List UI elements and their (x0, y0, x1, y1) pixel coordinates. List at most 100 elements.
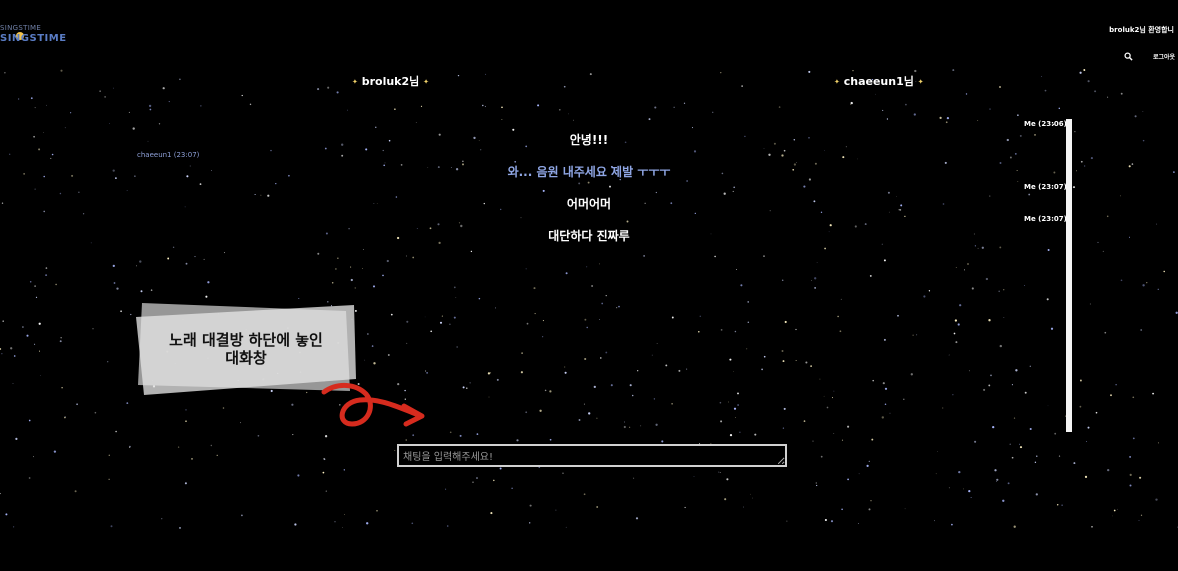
site-logo[interactable]: SINGSTIME SINGSTIME (0, 24, 66, 48)
star (784, 320, 787, 324)
star (132, 127, 135, 130)
star (948, 487, 950, 489)
star (881, 416, 884, 419)
star (1095, 411, 1098, 414)
star (366, 522, 369, 525)
star (868, 460, 870, 463)
star (781, 154, 784, 157)
star (718, 471, 720, 473)
star (735, 417, 737, 418)
star (795, 359, 797, 361)
star (754, 433, 757, 436)
logout-button[interactable]: 로그아웃 (1153, 52, 1175, 61)
star (593, 385, 596, 389)
star (749, 493, 751, 495)
logo-text-bottom: SINGSTIME (0, 33, 67, 44)
star (586, 326, 588, 329)
star (833, 390, 835, 392)
star (1107, 468, 1110, 472)
star (970, 496, 972, 498)
star (1019, 443, 1020, 445)
star (108, 478, 110, 480)
chat-message: 어머어머 (566, 197, 612, 211)
search-icon[interactable] (1124, 52, 1133, 61)
chat-scrollbar[interactable] (1066, 119, 1072, 432)
star (324, 435, 328, 438)
star (741, 85, 743, 87)
star (816, 484, 818, 487)
star (1129, 484, 1132, 487)
chat-input[interactable] (397, 444, 787, 467)
star (1007, 482, 1010, 485)
star (992, 425, 995, 429)
star (1041, 75, 1043, 77)
star (425, 370, 427, 372)
star (17, 98, 20, 100)
star (367, 333, 369, 335)
star (803, 185, 806, 188)
star (953, 332, 956, 335)
star (653, 398, 656, 400)
star (618, 305, 620, 308)
star (373, 362, 376, 365)
star (449, 323, 451, 325)
message-timestamp-right: Me (23:06) (1024, 120, 1067, 128)
star (537, 104, 540, 107)
star (485, 73, 487, 75)
star (656, 343, 658, 344)
star (544, 389, 547, 392)
star (578, 182, 581, 185)
star (831, 397, 834, 399)
star (490, 512, 493, 515)
star (1011, 456, 1014, 459)
star (981, 246, 984, 249)
star (1087, 426, 1090, 429)
star (529, 504, 532, 507)
star (184, 482, 187, 485)
star (904, 508, 906, 510)
star (586, 266, 588, 268)
star (50, 157, 52, 159)
star (126, 402, 129, 405)
star (361, 268, 363, 270)
star (337, 257, 339, 259)
star (406, 320, 409, 323)
star (1061, 504, 1063, 506)
star (386, 259, 389, 263)
star (107, 361, 109, 363)
star (46, 104, 47, 106)
star (449, 431, 452, 434)
star (886, 118, 889, 120)
chat-message: 대단하다 진짜루 (548, 229, 630, 243)
message-timestamp-left: chaeeun1 (23:07) (137, 151, 200, 159)
star (415, 121, 417, 123)
star (847, 478, 849, 481)
star (2, 320, 4, 322)
star (113, 87, 114, 89)
star (840, 298, 842, 300)
star (344, 514, 345, 515)
star (882, 109, 884, 111)
star (819, 378, 821, 380)
star (446, 525, 449, 527)
star (161, 518, 163, 520)
star (53, 450, 57, 453)
star (864, 223, 867, 226)
star (426, 372, 428, 374)
chat-message: 와... 음원 내주세요 제발 ㅜㅜㅜ (507, 165, 671, 179)
star (1134, 115, 1137, 118)
star (55, 283, 57, 286)
star (782, 360, 785, 363)
star (999, 246, 1002, 249)
star (905, 103, 907, 106)
star (116, 287, 119, 290)
star (21, 326, 24, 328)
star (26, 334, 29, 337)
star (683, 102, 686, 104)
star (852, 69, 854, 72)
star (868, 508, 871, 511)
star (763, 355, 766, 358)
star (655, 423, 658, 426)
star (207, 281, 210, 284)
message-timestamp-right: Me (23:07) (1024, 183, 1067, 191)
